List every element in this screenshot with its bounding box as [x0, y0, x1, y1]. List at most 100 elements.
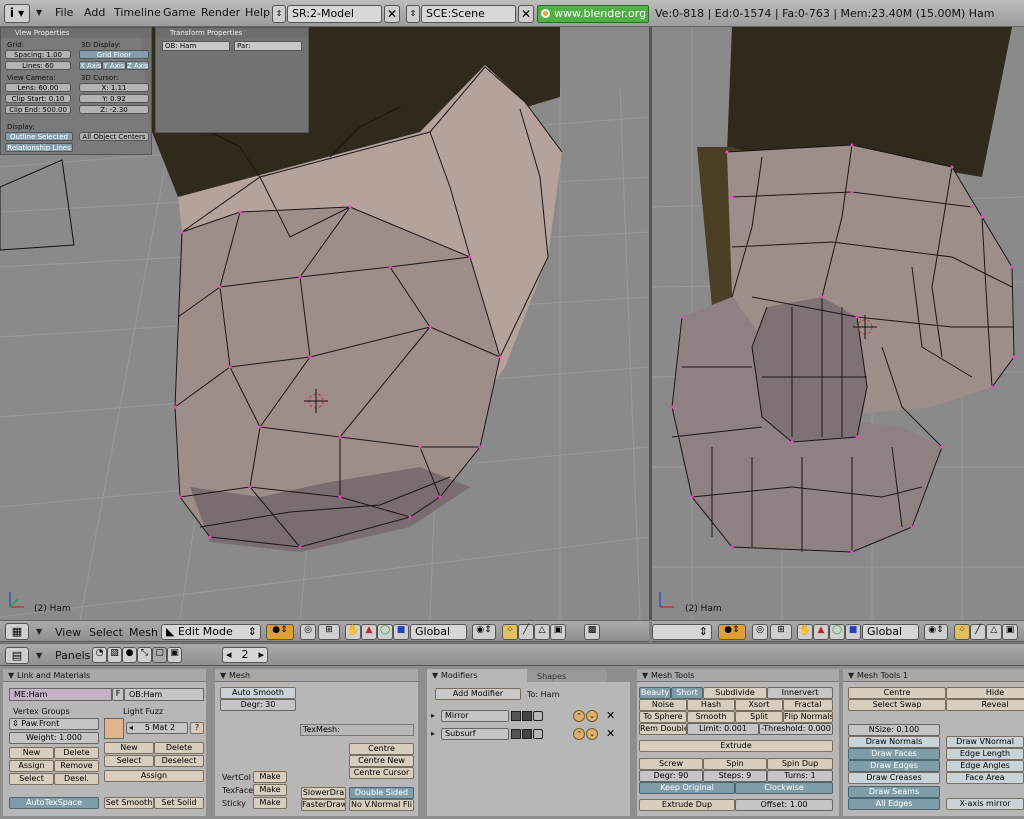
- smooth-button[interactable]: Smooth: [687, 711, 735, 723]
- mt1-centre-button[interactable]: Centre: [848, 687, 946, 699]
- spin-turns-field[interactable]: Turns: 1: [767, 770, 833, 782]
- limit-field[interactable]: Limit: 0.001: [687, 723, 759, 735]
- material-help-button[interactable]: ?: [190, 722, 204, 734]
- frame-decrement-icon[interactable]: ◂: [223, 648, 232, 662]
- centre-cursor-button[interactable]: Centre Cursor: [349, 767, 414, 779]
- subsurf-render-icon[interactable]: [511, 729, 521, 739]
- vertex-weight-field[interactable]: Weight: 1.000: [9, 732, 99, 744]
- subsurf-modifier-row[interactable]: ▸ Subsurf ⌃ ⌄ ✕: [431, 727, 625, 741]
- y-axis-toggle[interactable]: Y Axis: [102, 61, 126, 70]
- subsurf-realtime-icon[interactable]: [522, 729, 532, 739]
- buttons-editor-type-button[interactable]: ▤: [5, 647, 29, 664]
- spin-dup-button[interactable]: Spin Dup: [767, 758, 833, 770]
- subsurf-editmode-icon[interactable]: [533, 729, 543, 739]
- draw-vnormals-toggle[interactable]: Draw VNormal: [946, 736, 1024, 748]
- edge-angles-toggle[interactable]: Edge Angles: [946, 760, 1024, 772]
- mesh-collapse-icon[interactable]: ▼: [220, 671, 226, 680]
- sticky-make-button[interactable]: Make: [253, 797, 287, 809]
- mesh-datablock-field[interactable]: ME:Ham: [9, 688, 112, 701]
- double-sided-toggle[interactable]: Double Sided: [349, 787, 414, 799]
- shapes-tab[interactable]: Shapes: [527, 670, 607, 682]
- object-context-icon[interactable]: ⤡: [137, 647, 152, 663]
- scene-browse-button[interactable]: ⇕: [406, 5, 420, 23]
- cursor-y-field[interactable]: Y: 0.92: [79, 94, 149, 103]
- menu-view[interactable]: View: [55, 626, 81, 639]
- buttons-collapse-icon[interactable]: ▼: [36, 651, 42, 660]
- centre-new-button[interactable]: Centre New: [349, 755, 414, 767]
- right-scale-manipulator-icon[interactable]: ■: [845, 624, 861, 640]
- menu-add[interactable]: Add: [84, 6, 105, 19]
- draw-seams-toggle[interactable]: Draw Seams: [848, 786, 940, 798]
- script-context-icon[interactable]: ▧: [107, 647, 122, 663]
- scene-delete-button[interactable]: ✕: [518, 5, 534, 23]
- grid-floor-toggle[interactable]: Grid Floor: [79, 50, 149, 59]
- x-axis-toggle[interactable]: X Axis: [79, 61, 102, 70]
- right-orientation-dropdown[interactable]: Global: [862, 624, 919, 640]
- right-3d-viewport[interactable]: (2) Ham: [652, 27, 1024, 620]
- logic-context-icon[interactable]: ◔: [92, 647, 107, 663]
- mat-prev-icon[interactable]: ◂: [127, 723, 133, 733]
- mode-dropdown[interactable]: ◣ Edit Mode ⇕: [161, 624, 261, 640]
- vertcol-make-button[interactable]: Make: [253, 771, 287, 783]
- mesh-tools-collapse-icon[interactable]: ▼: [642, 671, 648, 680]
- hand-manipulator-icon[interactable]: ✋: [345, 624, 361, 640]
- clip-end-field[interactable]: Clip End: 500.00: [5, 105, 71, 114]
- object-name-field[interactable]: OB: Ham: [162, 41, 230, 51]
- menu-help[interactable]: Help: [245, 6, 270, 19]
- mesh-tools-1-collapse-icon[interactable]: ▼: [848, 671, 854, 680]
- right-occlude-geometry-icon[interactable]: ▣: [1002, 624, 1018, 640]
- subsurf-modifier-name[interactable]: Subsurf: [441, 728, 509, 740]
- layer-button[interactable]: ⊞: [318, 624, 340, 640]
- mirror-expand-icon[interactable]: ▸: [431, 711, 435, 720]
- extrude-button[interactable]: Extrude: [639, 740, 833, 752]
- left-3d-viewport[interactable]: (2) Ham View Properties Grid: Spacing: 1…: [0, 27, 649, 620]
- menu-file[interactable]: File: [55, 6, 73, 19]
- hash-button[interactable]: Hash: [687, 699, 735, 711]
- modifiers-collapse-icon[interactable]: ▼: [432, 671, 438, 680]
- draw-edges-toggle[interactable]: Draw Edges: [848, 760, 940, 772]
- occlude-geometry-icon[interactable]: ▣: [550, 624, 566, 640]
- relationship-lines-toggle[interactable]: Relationship Lines: [5, 143, 73, 152]
- clip-start-field[interactable]: Clip Start: 0.10: [5, 94, 71, 103]
- proportional-edit-button[interactable]: ◉⇕: [472, 624, 496, 640]
- modifiers-tab[interactable]: Modifiers: [427, 669, 527, 682]
- xaxis-mirror-toggle[interactable]: X-axis mirror: [946, 798, 1024, 810]
- mirror-delete-icon[interactable]: ✕: [606, 709, 615, 722]
- select-swap-button[interactable]: Select Swap: [848, 699, 946, 711]
- offset-field[interactable]: Offset: 1.00: [735, 799, 833, 811]
- flip-normals-button[interactable]: Flip Normals: [783, 711, 833, 723]
- keep-original-toggle[interactable]: Keep Original: [639, 782, 735, 794]
- draw-faces-toggle[interactable]: Draw Faces: [848, 748, 940, 760]
- spin-steps-field[interactable]: Steps: 9: [703, 770, 767, 782]
- right-rotate-manipulator-icon[interactable]: ◯: [829, 624, 845, 640]
- right-face-select-icon[interactable]: △: [986, 624, 1002, 640]
- edge-length-toggle[interactable]: Edge Length: [946, 748, 1024, 760]
- vgroup-delete-button[interactable]: Delete: [54, 747, 99, 759]
- parent-field[interactable]: Par:: [234, 41, 302, 51]
- mirror-modifier-row[interactable]: ▸ Mirror ⌃ ⌄ ✕: [431, 709, 625, 723]
- right-layer-button[interactable]: ⊞: [770, 624, 792, 640]
- screen-name-field[interactable]: SR:2-Model: [287, 5, 382, 23]
- scale-manipulator-icon[interactable]: ■: [393, 624, 409, 640]
- short-toggle[interactable]: Short: [671, 687, 703, 699]
- grid-spacing-field[interactable]: Spacing: 1.00: [5, 50, 71, 59]
- face-area-toggle[interactable]: Face Area: [946, 772, 1024, 784]
- normal-size-field[interactable]: NSize: 0.100: [848, 724, 940, 736]
- cursor-z-field[interactable]: Z: -2.30: [79, 105, 149, 114]
- object-datablock-field[interactable]: OB:Ham: [124, 688, 204, 701]
- frame-increment-icon[interactable]: ▸: [258, 648, 267, 662]
- vgroup-remove-button[interactable]: Remove: [54, 760, 99, 772]
- mesh-tools-title[interactable]: Mesh Tools: [637, 669, 839, 682]
- lens-field[interactable]: Lens: 60.00: [5, 83, 71, 92]
- edge-select-icon[interactable]: ╱: [518, 624, 534, 640]
- texmesh-field[interactable]: TexMesh:: [300, 724, 414, 736]
- screen-browse-button[interactable]: ⇕: [272, 5, 286, 23]
- mirror-realtime-icon[interactable]: [522, 711, 532, 721]
- menu-select[interactable]: Select: [89, 626, 123, 639]
- slower-draw-button[interactable]: SlowerDra: [301, 787, 346, 799]
- collapse-menu-icon[interactable]: ▼: [36, 8, 42, 17]
- right-translate-manipulator-icon[interactable]: ▲: [813, 624, 829, 640]
- mesh-tools-1-title[interactable]: Mesh Tools 1: [843, 669, 1024, 682]
- menu-mesh[interactable]: Mesh: [129, 626, 158, 639]
- vertex-select-icon[interactable]: ⁘: [502, 624, 518, 640]
